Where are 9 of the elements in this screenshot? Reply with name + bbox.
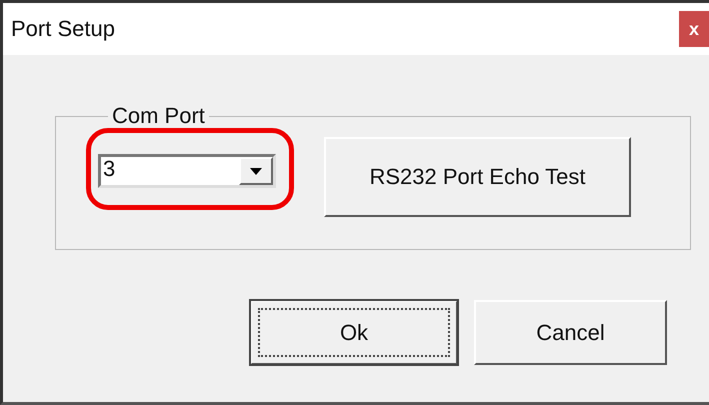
dropdown-arrow-button[interactable] xyxy=(239,157,273,185)
close-button[interactable]: x xyxy=(679,11,709,47)
group-label: Com Port xyxy=(111,103,206,129)
com-port-dropdown[interactable]: 3 xyxy=(98,154,276,188)
dialog-button[interactable]: Cancel xyxy=(474,300,667,365)
caret-icon xyxy=(250,168,262,174)
dialog-button[interactable]: Ok xyxy=(250,300,458,365)
window-title: Port Setup xyxy=(11,16,115,42)
echo-test-button[interactable]: RS232 Port Echo Test xyxy=(324,137,631,217)
